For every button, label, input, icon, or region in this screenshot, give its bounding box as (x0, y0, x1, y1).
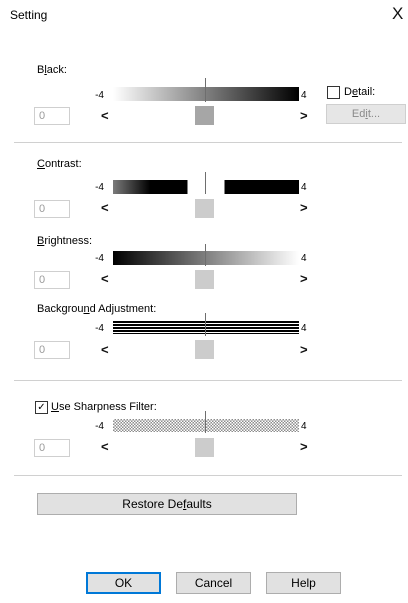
black-value-field[interactable]: 0 (34, 107, 70, 125)
background-arrow-right-icon[interactable]: > (300, 343, 308, 357)
brightness-arrow-left-icon[interactable]: < (101, 272, 109, 286)
black-gradient-bar (113, 87, 299, 101)
sharpness-value-field[interactable]: 0 (34, 439, 70, 457)
sharpness-gradient-bar (113, 419, 299, 432)
brightness-center-tick (205, 244, 206, 266)
restore-defaults-button[interactable]: Restore Defaults (37, 493, 297, 515)
separator (14, 475, 402, 476)
ok-button[interactable]: OK (86, 572, 161, 594)
close-icon[interactable]: X (392, 4, 403, 24)
background-slider-thumb[interactable] (195, 340, 214, 359)
sharpness-arrow-right-icon[interactable]: > (300, 440, 308, 454)
edit-button[interactable]: Edit... (326, 104, 406, 124)
contrast-min-label: -4 (95, 182, 104, 193)
contrast-value-field[interactable]: 0 (34, 200, 70, 218)
separator (14, 142, 402, 143)
detail-checkbox[interactable] (327, 86, 340, 99)
background-adjustment-label: Background Adjustment: (37, 303, 157, 315)
contrast-label: Contrast: (37, 158, 82, 170)
separator (14, 380, 402, 381)
background-max-label: 4 (301, 323, 307, 334)
background-min-label: -4 (95, 323, 104, 334)
sharpness-slider-thumb[interactable] (195, 438, 214, 457)
brightness-value-field[interactable]: 0 (34, 271, 70, 289)
brightness-slider-thumb[interactable] (195, 270, 214, 289)
detail-label: Detail: (344, 86, 376, 98)
contrast-slider-thumb[interactable] (195, 199, 214, 218)
sharpness-filter-label: Use Sharpness Filter: (51, 401, 157, 413)
background-value-field[interactable]: 0 (34, 341, 70, 359)
brightness-label: Brightness: (37, 235, 93, 247)
background-center-tick (205, 313, 206, 336)
black-max-label: 4 (301, 90, 307, 101)
sharpness-min-label: -4 (95, 421, 104, 432)
black-arrow-right-icon[interactable]: > (300, 109, 308, 123)
black-arrow-left-icon[interactable]: < (101, 109, 109, 123)
brightness-max-label: 4 (301, 253, 307, 264)
sharpness-filter-checkbox[interactable]: ✓ (35, 401, 48, 414)
contrast-arrow-left-icon[interactable]: < (101, 201, 109, 215)
sharpness-max-label: 4 (301, 421, 307, 432)
contrast-center-tick (205, 172, 206, 194)
sharpness-arrow-left-icon[interactable]: < (101, 440, 109, 454)
black-label: Black: (37, 64, 67, 76)
black-center-tick (205, 78, 206, 102)
window-title: Setting (10, 8, 48, 22)
black-min-label: -4 (95, 90, 104, 101)
sharpness-center-tick (205, 411, 206, 433)
contrast-arrow-right-icon[interactable]: > (300, 201, 308, 215)
background-arrow-left-icon[interactable]: < (101, 343, 109, 357)
brightness-gradient-bar (113, 251, 299, 265)
contrast-gradient-bar (113, 180, 299, 194)
contrast-max-label: 4 (301, 182, 307, 193)
cancel-button[interactable]: Cancel (176, 572, 251, 594)
brightness-arrow-right-icon[interactable]: > (300, 272, 308, 286)
title-bar (0, 0, 408, 30)
help-button[interactable]: Help (266, 572, 341, 594)
background-gradient-bar (113, 321, 299, 334)
brightness-min-label: -4 (95, 253, 104, 264)
black-slider-thumb[interactable] (195, 106, 214, 125)
